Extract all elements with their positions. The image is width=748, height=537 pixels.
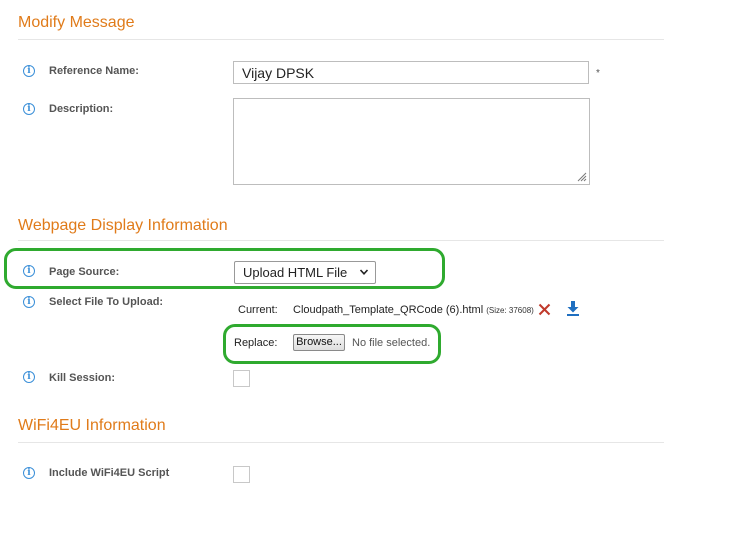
kill-session-checkbox[interactable] bbox=[233, 370, 250, 387]
no-file-selected-text: No file selected. bbox=[352, 337, 431, 349]
resize-grip-icon[interactable] bbox=[577, 172, 587, 182]
kill-session-label: Kill Session: bbox=[49, 372, 116, 384]
replace-label: Replace: bbox=[234, 337, 278, 349]
page-source-label: Page Source: bbox=[49, 266, 120, 278]
required-marker: * bbox=[596, 68, 600, 79]
info-icon[interactable]: i bbox=[23, 371, 35, 383]
section-title-wifi4eu: WiFi4EU Information bbox=[18, 417, 166, 434]
current-file-size: (Size: 37608) bbox=[486, 306, 534, 315]
description-label: Description: bbox=[49, 103, 114, 115]
info-icon[interactable]: i bbox=[23, 103, 35, 115]
include-wifi4eu-label: Include WiFi4EU Script bbox=[49, 467, 170, 479]
description-textarea[interactable] bbox=[233, 98, 590, 185]
section-title-modify-message: Modify Message bbox=[18, 14, 135, 31]
info-icon[interactable]: i bbox=[23, 296, 35, 308]
current-file-label: Current: bbox=[238, 304, 278, 316]
section-divider bbox=[18, 39, 664, 40]
chevron-down-icon bbox=[359, 269, 369, 275]
current-file-info: Cloudpath_Template_QRCode (6).html (Size… bbox=[293, 304, 534, 316]
reference-name-input[interactable] bbox=[233, 61, 589, 84]
info-icon[interactable]: i bbox=[23, 265, 35, 277]
include-wifi4eu-checkbox[interactable] bbox=[233, 466, 250, 483]
delete-icon[interactable] bbox=[538, 303, 551, 316]
download-icon[interactable] bbox=[566, 301, 580, 316]
reference-name-label: Reference Name: bbox=[49, 65, 139, 77]
section-divider bbox=[18, 240, 664, 241]
section-title-webpage-display: Webpage Display Information bbox=[18, 217, 228, 234]
page-source-select[interactable]: Upload HTML File bbox=[234, 261, 376, 284]
info-icon[interactable]: i bbox=[23, 65, 35, 77]
browse-button[interactable]: Browse... bbox=[293, 334, 345, 351]
info-icon[interactable]: i bbox=[23, 467, 35, 479]
section-divider bbox=[18, 442, 664, 443]
select-file-label: Select File To Upload: bbox=[49, 296, 164, 308]
current-file-name: Cloudpath_Template_QRCode (6).html bbox=[293, 304, 484, 316]
page-source-selected-value: Upload HTML File bbox=[243, 265, 348, 280]
